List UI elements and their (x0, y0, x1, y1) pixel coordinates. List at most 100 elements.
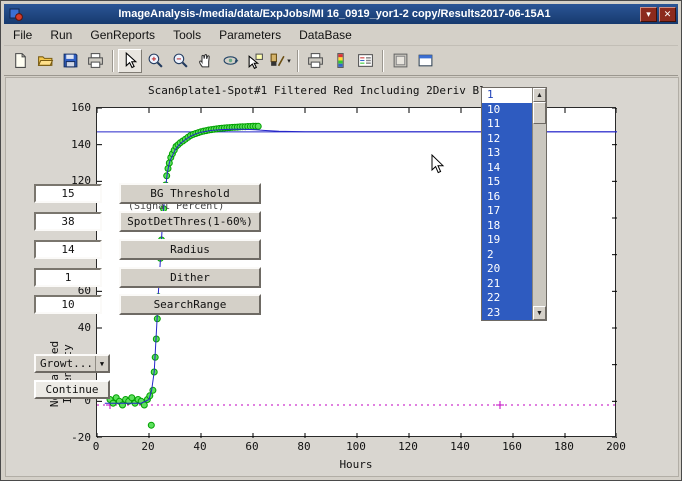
x-tick-label: 120 (393, 440, 423, 453)
zoom-in-icon (147, 52, 164, 69)
app-window: ImageAnalysis-/media/data/ExpJobs/MI 16_… (0, 0, 682, 481)
dropdown-caret-icon: ▾ (287, 57, 291, 65)
toolbar-insert-legend-button[interactable] (353, 49, 377, 73)
plot-tools-icon (392, 52, 409, 69)
x-tick-label: 80 (289, 440, 319, 453)
x-tick-label: 180 (549, 440, 579, 453)
data-cursor-icon (247, 52, 264, 69)
new-document-icon (12, 52, 29, 69)
spot-list-item[interactable]: 21 (482, 277, 534, 292)
toolbar-pan-hand-button[interactable] (193, 49, 217, 73)
toolbar-select-arrow-button[interactable] (118, 49, 142, 73)
spot-list-scrollbar[interactable]: ▲▼ (532, 88, 546, 320)
scrollbar-thumb[interactable] (533, 102, 546, 124)
pan-hand-icon (197, 52, 214, 69)
x-tick-label: 20 (133, 440, 163, 453)
menu-tools[interactable]: Tools (164, 26, 210, 44)
y-axis-label: Normalized Intensity (48, 308, 74, 440)
spot-list-item[interactable]: 16 (482, 190, 534, 205)
menu-file[interactable]: File (4, 26, 41, 44)
x-tick-label: 100 (341, 440, 371, 453)
toolbar-save-button[interactable] (58, 49, 82, 73)
open-folder-icon (37, 52, 54, 69)
spot-list-item[interactable]: 13 (482, 146, 534, 161)
search-range-input[interactable] (34, 295, 102, 314)
brush-icon (269, 52, 286, 69)
toolbar-open-folder-button[interactable] (33, 49, 57, 73)
toolbar-print-figure-button[interactable] (303, 49, 327, 73)
x-tick-label: 60 (237, 440, 267, 453)
toolbar-separator (382, 50, 384, 72)
x-tick-label: 200 (601, 440, 631, 453)
app-icon (9, 7, 23, 21)
mouse-cursor (431, 154, 445, 174)
spot-list-item[interactable]: 17 (482, 204, 534, 219)
toolbar-zoom-out-button[interactable] (168, 49, 192, 73)
toolbar-print-button[interactable] (83, 49, 107, 73)
growth-dropdown[interactable]: Growt...▼ (34, 354, 110, 373)
toolbar-zoom-in-button[interactable] (143, 49, 167, 73)
growth-dropdown-label: Growt... (36, 357, 95, 370)
dither-button[interactable]: Dither (119, 267, 261, 288)
search-range-button[interactable]: SearchRange (119, 294, 261, 315)
menubar: FileRunGenReportsToolsParametersDataBase (4, 25, 678, 46)
y-tick-label: 140 (57, 138, 91, 151)
insert-legend-icon (357, 52, 374, 69)
toolbar-new-document-button[interactable] (8, 49, 32, 73)
toolbar-plot-tools-button[interactable] (388, 49, 412, 73)
menu-database[interactable]: DataBase (290, 26, 361, 44)
x-axis-label: Hours (316, 458, 396, 471)
dither-input[interactable] (34, 268, 102, 287)
toolbar: ▾ (4, 46, 678, 76)
bg-threshold-button[interactable]: BG Threshold (119, 183, 261, 204)
spot-det-thres-input[interactable] (34, 212, 102, 231)
spot-list-item[interactable]: 14 (482, 161, 534, 176)
menu-genreports[interactable]: GenReports (81, 26, 164, 44)
toolbar-separator (112, 50, 114, 72)
spot-list-item[interactable]: 23 (482, 306, 534, 321)
figure-area: Scan6plate1-Spot#1 Filtered Red Includin… (5, 77, 679, 477)
close-button[interactable]: ✕ (659, 7, 676, 22)
scroll-up-button[interactable]: ▲ (533, 88, 546, 102)
spot-list-item[interactable]: 22 (482, 291, 534, 306)
spot-det-thres-button[interactable]: SpotDetThres(1-60%) (119, 211, 261, 232)
rotate-3d-icon (222, 52, 239, 69)
toolbar-dock-figure-button[interactable] (413, 49, 437, 73)
menu-run[interactable]: Run (41, 26, 81, 44)
menu-parameters[interactable]: Parameters (210, 26, 290, 44)
save-icon (62, 52, 79, 69)
radius-input[interactable] (34, 240, 102, 259)
toolbar-brush-button[interactable]: ▾ (268, 49, 292, 73)
select-arrow-icon (122, 52, 139, 69)
spot-list-item[interactable]: 10 (482, 103, 534, 118)
spot-number-list[interactable]: 110111213141516171819220212223▲▼ (481, 87, 547, 321)
zoom-out-icon (172, 52, 189, 69)
titlebar[interactable]: ImageAnalysis-/media/data/ExpJobs/MI 16_… (4, 4, 678, 24)
spot-list-item[interactable]: 12 (482, 132, 534, 147)
toolbar-rotate-3d-button[interactable] (218, 49, 242, 73)
spot-list-item[interactable]: 11 (482, 117, 534, 132)
window-title: ImageAnalysis-/media/data/ExpJobs/MI 16_… (29, 8, 640, 20)
bg-threshold-input[interactable] (34, 184, 102, 203)
spot-list-item[interactable]: 2 (482, 248, 534, 263)
spot-list-item[interactable]: 20 (482, 262, 534, 277)
spot-list-item[interactable]: 18 (482, 219, 534, 234)
continue-button[interactable]: Continue (34, 380, 110, 399)
insert-colorbar-icon (332, 52, 349, 69)
spot-list-item[interactable]: 1 (482, 88, 534, 103)
radius-button[interactable]: Radius (119, 239, 261, 260)
toolbar-data-cursor-button[interactable] (243, 49, 267, 73)
print-figure-icon (307, 52, 324, 69)
x-tick-label: 40 (185, 440, 215, 453)
toolbar-separator (297, 50, 299, 72)
window-controls: ▾ ✕ (640, 7, 676, 22)
shade-button[interactable]: ▾ (640, 7, 657, 22)
scroll-down-button[interactable]: ▼ (533, 306, 546, 320)
x-tick-label: 160 (497, 440, 527, 453)
toolbar-insert-colorbar-button[interactable] (328, 49, 352, 73)
print-icon (87, 52, 104, 69)
spot-list-item[interactable]: 19 (482, 233, 534, 248)
x-tick-label: 140 (445, 440, 475, 453)
spot-list-item[interactable]: 15 (482, 175, 534, 190)
plot-title: Scan6plate1-Spot#1 Filtered Red Includin… (148, 84, 486, 97)
